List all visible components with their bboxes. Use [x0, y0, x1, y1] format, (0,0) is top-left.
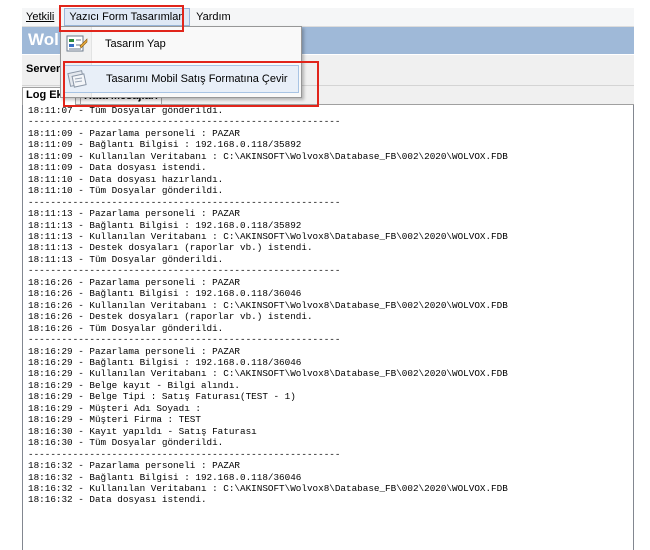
log-line: 18:16:29 - Müşteri Adı Soyadı :: [28, 402, 201, 414]
log-line: 18:16:26 - Bağlantı Bilgisi : 192.168.0.…: [28, 288, 302, 300]
log-line: 18:16:26 - Kullanılan Veritabanı : C:\AK…: [28, 299, 508, 311]
menu-item-tasarim-yap-label: Tasarım Yap: [105, 38, 166, 50]
log-line: ----------------------------------------…: [28, 265, 341, 277]
log-line: ----------------------------------------…: [28, 448, 341, 460]
log-line: 18:11:13 - Bağlantı Bilgisi : 192.168.0.…: [28, 219, 302, 231]
menu-yardim[interactable]: Yardım: [192, 8, 235, 26]
log-line: ----------------------------------------…: [28, 116, 341, 128]
log-line: 18:11:10 - Data dosyası hazırlandı.: [28, 173, 224, 185]
log-line: 18:16:29 - Müşteri Firma : TEST: [28, 414, 201, 426]
log-line: 18:16:26 - Pazarlama personeli : PAZAR: [28, 276, 241, 288]
server-label: Server: [26, 63, 61, 75]
log-line: 18:11:10 - Tüm Dosyalar gönderildi.: [28, 185, 224, 197]
log-lines: 18:11:07 - Tüm Dosyalar gönderildi. -----…: [23, 105, 633, 506]
log-line: 18:16:30 - Tüm Dosyalar gönderildi.: [28, 437, 224, 449]
log-line: 18:11:13 - Kullanılan Veritabanı : C:\AK…: [28, 230, 508, 242]
log-line: 18:11:13 - Pazarlama personeli : PAZAR: [28, 208, 241, 220]
window-title: Wol: [28, 30, 59, 49]
log-line: 18:16:32 - Bağlantı Bilgisi : 192.168.0.…: [28, 471, 302, 483]
log-line: 18:16:29 - Pazarlama personeli : PAZAR: [28, 345, 241, 357]
log-line: 18:16:29 - Kullanılan Veritabanı : C:\AK…: [28, 368, 508, 380]
log-line: 18:16:29 - Belge kayıt - Bilgi alındı.: [28, 379, 241, 391]
log-line: 18:16:26 - Destek dosyaları (raporlar vb…: [28, 311, 313, 323]
log-line: 18:16:29 - Belge Tipi : Satış Faturası(T…: [28, 391, 296, 403]
log-line: 18:11:09 - Kullanılan Veritabanı : C:\AK…: [28, 150, 508, 162]
log-line: 18:16:29 - Bağlantı Bilgisi : 192.168.0.…: [28, 356, 302, 368]
annotation-box-menu: [59, 5, 184, 32]
menu-yetkili[interactable]: Yetkili: [22, 8, 58, 26]
log-line: 18:16:32 - Pazarlama personeli : PAZAR: [28, 460, 241, 472]
log-line: 18:16:30 - Kayıt yapıldı - Satış Faturas…: [28, 425, 257, 437]
log-line: 18:11:09 - Data dosyası istendi.: [28, 162, 207, 174]
log-line: 18:16:32 - Data dosyası istendi.: [28, 494, 207, 506]
log-line: ----------------------------------------…: [28, 196, 341, 208]
menu-item-tasarim-yap[interactable]: Tasarım Yap: [63, 30, 299, 58]
log-line: 18:16:32 - Kullanılan Veritabanı : C:\AK…: [28, 482, 508, 494]
log-line: 18:11:09 - Bağlantı Bilgisi : 192.168.0.…: [28, 139, 302, 151]
log-line: 18:11:13 - Destek dosyaları (raporlar vb…: [28, 242, 313, 254]
log-line: 18:11:13 - Tüm Dosyalar gönderildi.: [28, 253, 224, 265]
annotation-box-dropdown-item: [63, 61, 319, 107]
log-line: 18:11:09 - Pazarlama personeli : PAZAR: [28, 127, 241, 139]
form-design-icon: [66, 34, 88, 54]
log-panel[interactable]: 18:11:07 - Tüm Dosyalar gönderildi. -----…: [22, 105, 634, 550]
log-line: ----------------------------------------…: [28, 334, 341, 346]
log-line: 18:16:26 - Tüm Dosyalar gönderildi.: [28, 322, 224, 334]
